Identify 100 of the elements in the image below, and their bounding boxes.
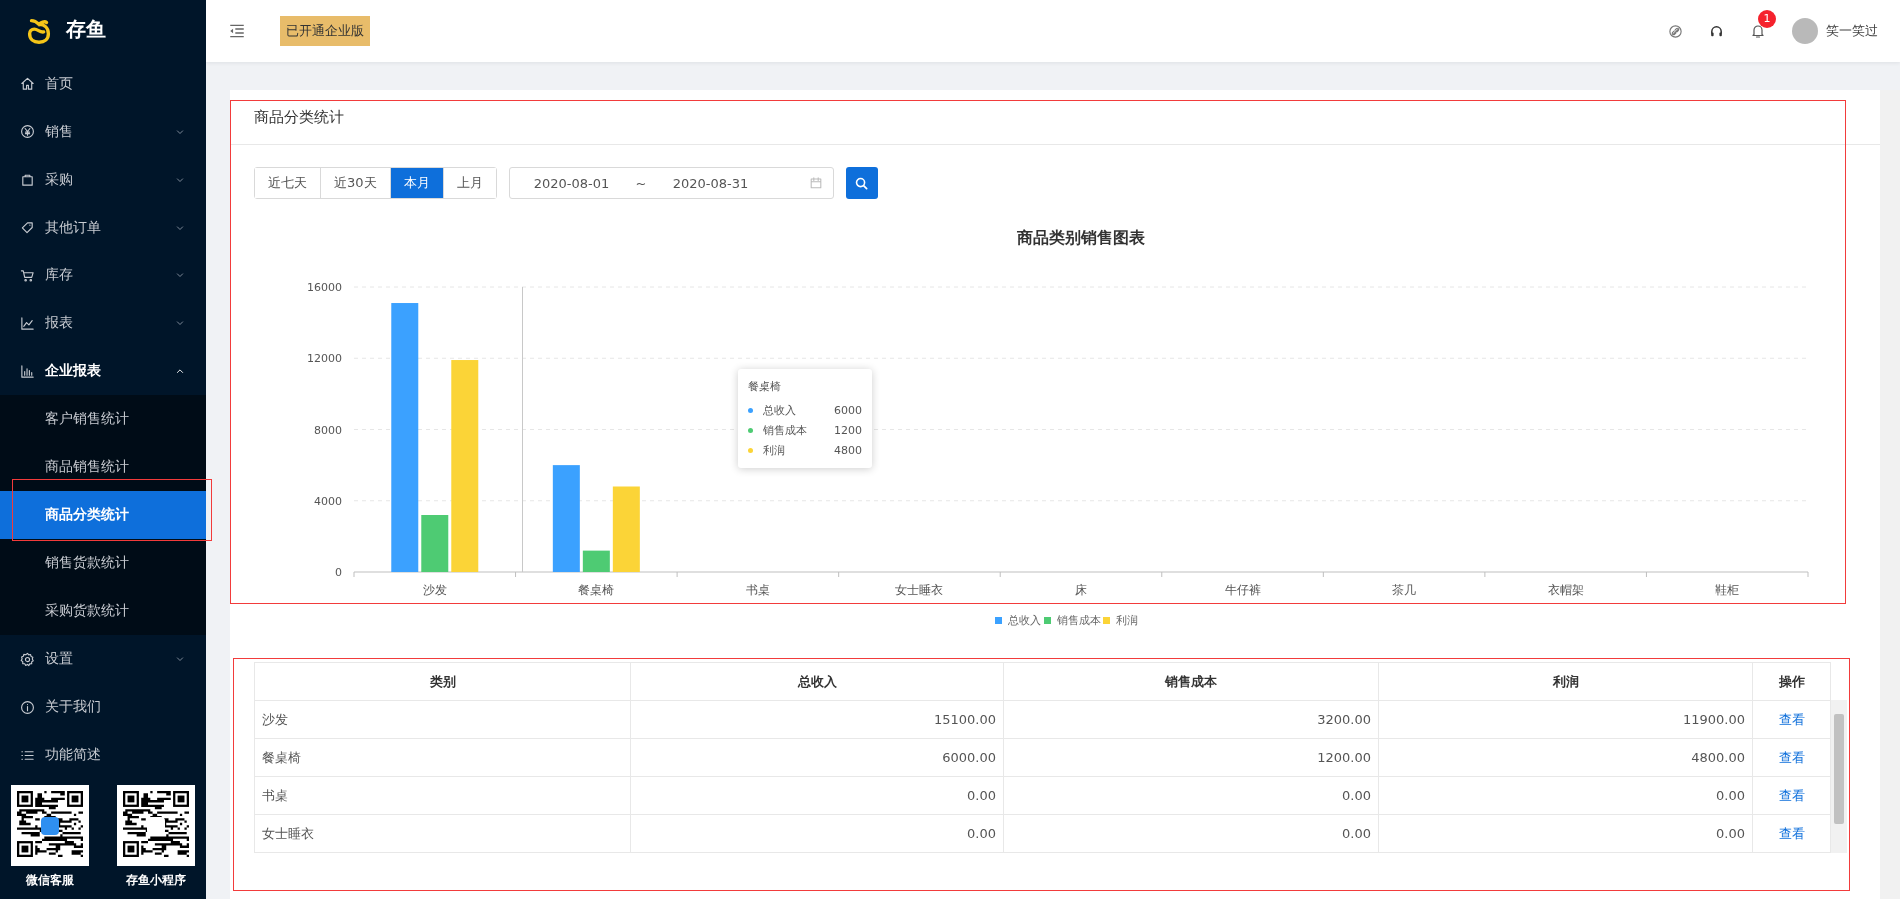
table-cell: 0.00: [1378, 814, 1753, 853]
table-cell: 餐桌椅: [254, 738, 631, 777]
calendar-icon: [808, 176, 823, 190]
table-cell: 0.00: [630, 814, 1004, 853]
view-link[interactable]: 查看: [1778, 787, 1805, 803]
table-cell: 0.00: [1003, 814, 1379, 853]
avatar[interactable]: [1792, 18, 1818, 44]
view-link[interactable]: 查看: [1778, 825, 1805, 841]
legend-label: 总收入: [1007, 614, 1041, 627]
tooltip-label: 销售成本: [763, 422, 807, 438]
date-range-tab[interactable]: 本月: [389, 168, 443, 198]
x-axis-label: 牛仔裤: [1224, 583, 1261, 597]
legend-item[interactable]: 利润: [1103, 614, 1138, 627]
shopping-bag-icon: [20, 172, 35, 188]
legend-item[interactable]: 总收入: [995, 614, 1041, 627]
y-axis-label: 0: [335, 566, 342, 579]
bar-chart-icon: [20, 363, 35, 379]
y-axis-label: 4000: [314, 494, 342, 508]
menu-item[interactable]: 首页: [0, 59, 206, 108]
column-header: 销售成本: [1003, 662, 1379, 701]
home-icon: [20, 76, 35, 92]
view-link[interactable]: 查看: [1778, 749, 1805, 765]
table-cell: 书桌: [254, 776, 631, 815]
edition-badge: 已开通企业版: [280, 16, 370, 46]
column-header: 利润: [1378, 662, 1753, 701]
y-axis-label: 8000: [314, 423, 342, 437]
yen-circle-icon: [20, 124, 35, 140]
tooltip-label: 总收入: [763, 402, 796, 418]
x-axis-label: 沙发: [422, 583, 447, 597]
menu-item[interactable]: 设置: [0, 635, 206, 684]
tooltip-value: 1200: [834, 423, 862, 437]
tooltip-label: 利润: [763, 442, 785, 458]
headset-icon: [1709, 23, 1724, 39]
y-axis-label: 12000: [307, 352, 342, 366]
qr-caption: 存鱼小程序: [126, 872, 186, 889]
table-cell: 1200.00: [1003, 738, 1379, 777]
view-link[interactable]: 查看: [1778, 711, 1805, 727]
start-date-input[interactable]: 2020-08-01: [509, 174, 634, 192]
legend-item[interactable]: 销售成本: [1044, 614, 1101, 627]
x-axis-label: 衣帽架: [1547, 583, 1584, 597]
logo-text: 存鱼: [66, 16, 106, 44]
line-chart-icon: [20, 315, 35, 331]
x-axis-label: 茶几: [1392, 583, 1417, 597]
table-cell: 11900.00: [1378, 700, 1753, 739]
submenu-item[interactable]: 商品分类统计: [0, 491, 206, 540]
y-axis-label: 16000: [307, 281, 342, 294]
table-cell: 6000.00: [630, 738, 1004, 777]
column-header: 操作: [1752, 662, 1831, 701]
x-axis-label: 女士睡衣: [895, 583, 944, 597]
bar: [421, 515, 449, 572]
legend-label: 销售成本: [1056, 614, 1101, 627]
column-header: 总收入: [630, 662, 1004, 701]
column-header: 类别: [254, 662, 631, 701]
table-cell: 0.00: [630, 776, 1004, 815]
card-title: 商品分类统计: [230, 90, 1880, 145]
menu-item[interactable]: 报表: [0, 299, 206, 348]
submenu-item[interactable]: 采购货款统计: [0, 587, 206, 636]
x-axis-label: 书桌: [745, 583, 770, 597]
x-axis-label: 鞋柜: [1715, 583, 1740, 597]
menu-fold-icon: [228, 22, 246, 40]
menu-item[interactable]: 采购: [0, 155, 206, 204]
submenu-item[interactable]: 客户销售统计: [0, 395, 206, 444]
qr-caption: 微信客服: [26, 872, 74, 889]
x-axis-label: 床: [1075, 583, 1087, 597]
menu-item[interactable]: 销售: [0, 107, 206, 156]
tooltip-title: 餐桌椅: [748, 379, 782, 394]
legend-label: 利润: [1116, 614, 1138, 627]
bar: [582, 550, 610, 572]
table-cell: 3200.00: [1003, 700, 1379, 739]
range-separator: ~: [635, 175, 647, 191]
submenu-item[interactable]: 商品销售统计: [0, 443, 206, 492]
tag-icon: [20, 220, 35, 236]
table-cell: 沙发: [254, 700, 631, 739]
table-cell: 女士睡衣: [254, 814, 631, 853]
table-cell: 4800.00: [1378, 738, 1753, 777]
table-cell: 15100.00: [630, 700, 1004, 739]
search-button[interactable]: [845, 167, 878, 199]
menu-item[interactable]: 功能简述: [0, 731, 206, 779]
link-circle-icon: [1668, 23, 1683, 39]
menu-item[interactable]: 其他订单: [0, 203, 206, 252]
end-date-input[interactable]: 2020-08-31: [648, 174, 773, 192]
date-range-tab[interactable]: 上月: [442, 168, 496, 198]
info-icon: [20, 699, 35, 715]
search-icon: [854, 175, 870, 191]
user-name[interactable]: 笑一笑过: [1826, 22, 1878, 40]
cart-icon: [20, 267, 35, 283]
menu-item[interactable]: 库存: [0, 251, 206, 300]
chart-title: 商品类别销售图表: [1017, 228, 1145, 247]
table-cell: 0.00: [1378, 776, 1753, 815]
gear-icon: [20, 651, 35, 667]
tooltip-value: 4800: [834, 443, 862, 457]
tooltip-value: 6000: [834, 403, 862, 417]
date-range-field[interactable]: 2020-08-01 ~ 2020-08-31: [508, 167, 834, 199]
submenu-item[interactable]: 销售货款统计: [0, 539, 206, 588]
menu-item[interactable]: 关于我们: [0, 683, 206, 732]
table-scrollbar[interactable]: [1831, 700, 1847, 853]
menu-item[interactable]: 企业报表: [0, 347, 206, 396]
notification-badge: 1: [1758, 10, 1776, 28]
menu-fold-button[interactable]: [228, 22, 246, 40]
table-cell: 0.00: [1003, 776, 1379, 815]
